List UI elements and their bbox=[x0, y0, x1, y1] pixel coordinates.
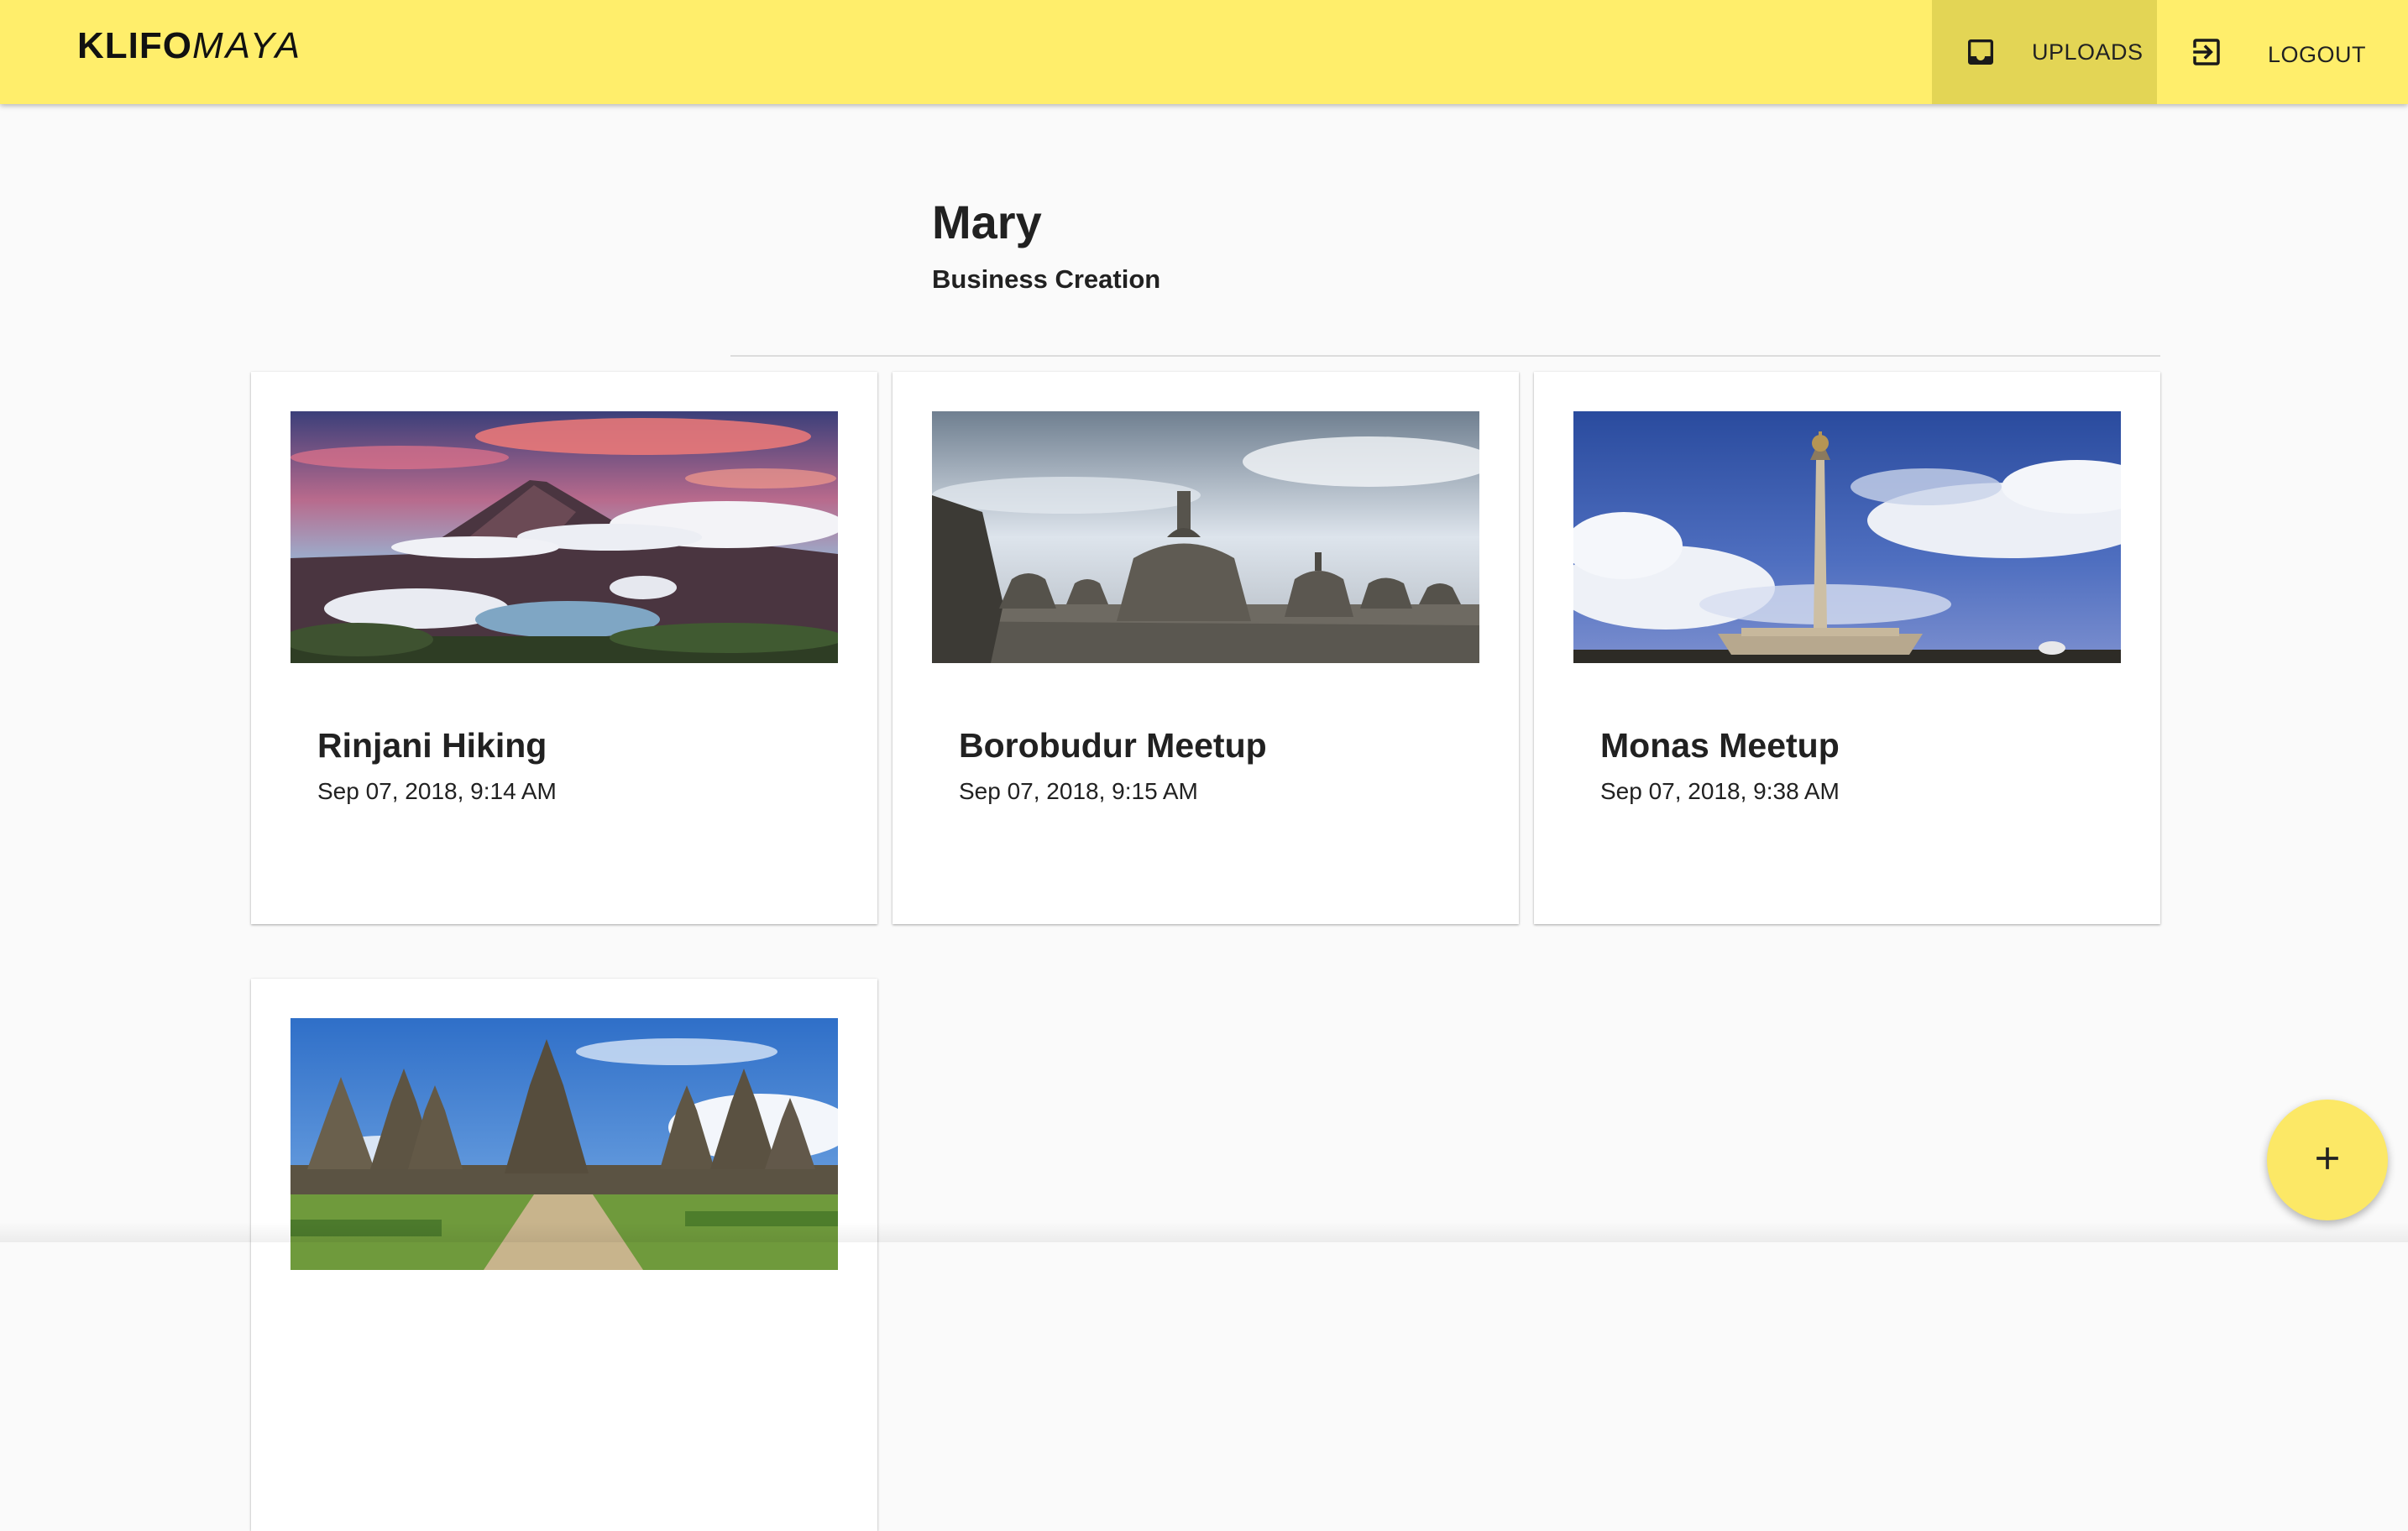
event-card[interactable]: Borobudur Meetup Sep 07, 2018, 9:15 AM bbox=[893, 372, 1519, 924]
event-card[interactable]: Monas Meetup Sep 07, 2018, 9:38 AM bbox=[1534, 372, 2160, 924]
profile-subtitle: Business Creation bbox=[932, 264, 1161, 294]
logo-text-klifo: KLIFO bbox=[77, 25, 192, 66]
profile-name: Mary bbox=[932, 196, 1042, 248]
add-event-button[interactable] bbox=[2267, 1100, 2388, 1220]
top-app-bar: KLIFO MAYA UPLOADS LOGOUT bbox=[0, 0, 2408, 104]
stupa-temple-photo bbox=[932, 411, 1479, 663]
exit-icon bbox=[2187, 33, 2226, 71]
app-logo[interactable]: KLIFO MAYA bbox=[77, 22, 302, 71]
event-title: Borobudur Meetup bbox=[959, 726, 1267, 765]
event-date: Sep 07, 2018, 9:14 AM bbox=[317, 778, 557, 804]
uploads-button[interactable]: UPLOADS bbox=[1932, 0, 2157, 104]
event-date: Sep 07, 2018, 9:15 AM bbox=[959, 778, 1198, 804]
logo-text-maya: MAYA bbox=[191, 25, 302, 66]
event-card[interactable]: Rinjani Hiking Sep 07, 2018, 9:14 AM bbox=[251, 372, 877, 924]
event-title: Rinjani Hiking bbox=[317, 726, 547, 765]
event-date: Sep 07, 2018, 9:38 AM bbox=[1600, 778, 1840, 804]
mountain-lake-photo bbox=[291, 411, 838, 663]
plus-icon bbox=[2309, 1140, 2346, 1181]
logout-button[interactable]: LOGOUT bbox=[2157, 0, 2408, 104]
logout-label: LOGOUT bbox=[2268, 41, 2367, 67]
inbox-icon bbox=[1961, 33, 2000, 71]
bottom-edge-shadow bbox=[0, 1222, 2408, 1242]
header-divider bbox=[730, 355, 2160, 357]
monument-tower-photo bbox=[1573, 411, 2121, 663]
event-card[interactable] bbox=[251, 979, 877, 1531]
event-title: Monas Meetup bbox=[1600, 726, 1840, 765]
uploads-label: UPLOADS bbox=[2032, 39, 2144, 65]
